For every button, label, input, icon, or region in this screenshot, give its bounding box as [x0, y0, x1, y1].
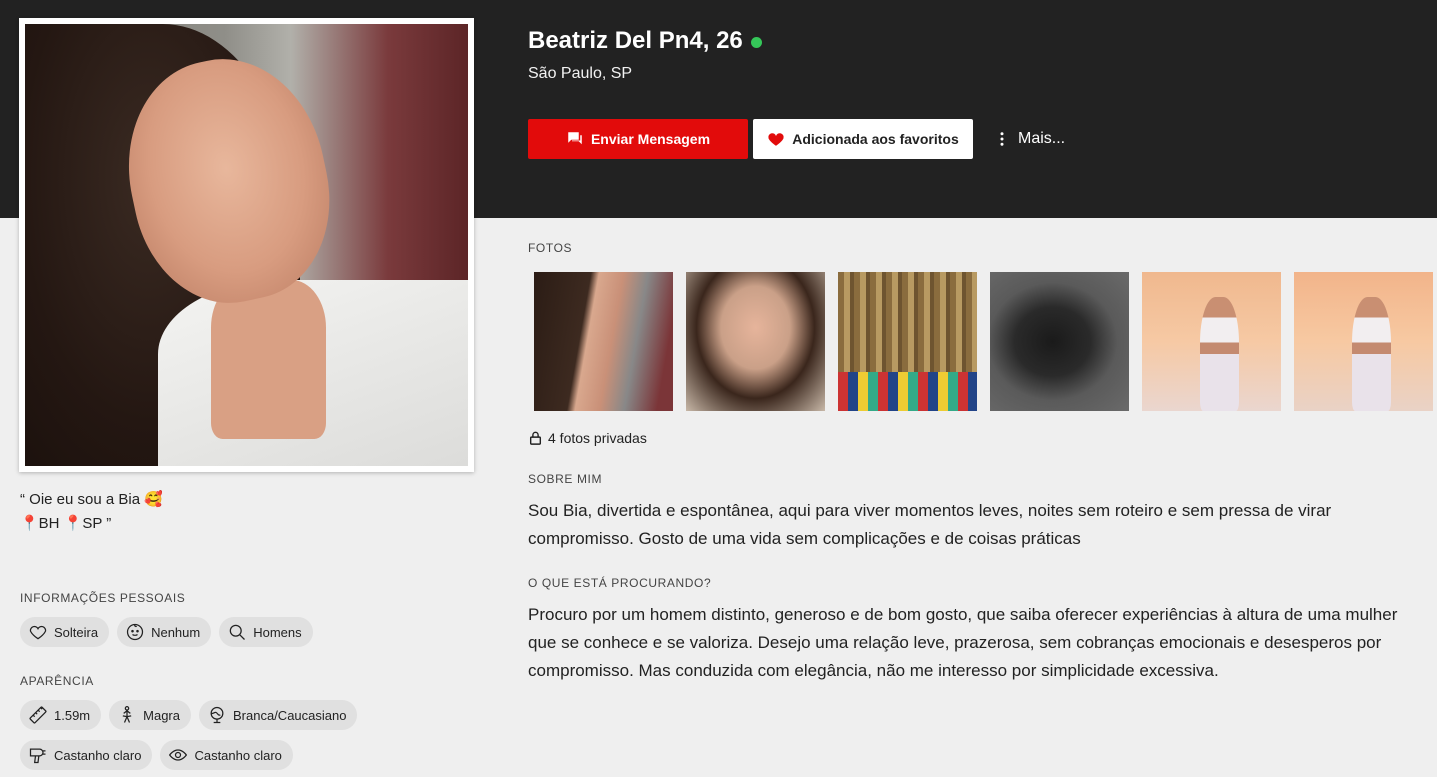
- send-message-button[interactable]: Enviar Mensagem: [528, 119, 748, 159]
- more-options-label: Mais...: [1018, 130, 1066, 147]
- about-me-text: Sou Bia, divertida e espontânea, aqui pa…: [528, 501, 1332, 548]
- kebab-menu-icon: [1000, 132, 1004, 146]
- photo-thumbnail[interactable]: [838, 272, 977, 411]
- chip-height: 1.59m: [20, 700, 102, 730]
- baby-face-icon: [126, 623, 144, 641]
- quote-line-2: 📍BH 📍SP ”: [20, 515, 112, 532]
- eye-icon: [169, 749, 188, 761]
- chip-looking-for: Homens: [219, 617, 313, 647]
- lock-icon: [529, 431, 542, 445]
- chip-relationship-status: Solteira: [20, 617, 110, 647]
- body-icon: [122, 706, 132, 723]
- chip-label: Castanho claro: [54, 747, 142, 763]
- profile-photo-image: [25, 24, 468, 466]
- private-photos-link[interactable]: 4 fotos privadas: [529, 430, 647, 446]
- quote-line-1: “ Oie eu sou a Bia 🥰: [20, 491, 163, 508]
- profile-quote: “ Oie eu sou a Bia 🥰 📍BH 📍SP ”: [20, 488, 163, 536]
- heart-icon: [29, 625, 47, 640]
- chip-body-type: Magra: [109, 700, 191, 730]
- personal-info-chips: Solteira Nenhum Homens: [20, 617, 313, 647]
- profile-name-line: Beatriz Del Pn4, 26: [528, 27, 762, 55]
- hair-dryer-icon: [29, 748, 46, 764]
- chip-label: Solteira: [54, 624, 99, 640]
- photo-thumbnail[interactable]: [534, 272, 673, 411]
- chip-label: Magra: [143, 707, 180, 723]
- favorite-label: Adicionada aos favoritos: [792, 131, 959, 147]
- chip-hair-color: Castanho claro: [20, 740, 153, 770]
- appearance-chips-row-2: Castanho claro Castanho claro: [20, 740, 293, 770]
- photo-thumbnail[interactable]: [1294, 272, 1433, 411]
- chip-label: Branca/Caucasiano: [233, 707, 347, 723]
- favorite-button[interactable]: Adicionada aos favoritos: [753, 119, 973, 159]
- chip-ethnicity: Branca/Caucasiano: [199, 700, 358, 730]
- online-status-dot: [750, 36, 762, 48]
- profile-name-age: Beatriz Del Pn4, 26: [528, 27, 743, 54]
- looking-for-label: O QUE ESTÁ PROCURANDO?: [528, 576, 712, 590]
- profile-location: São Paulo, SP: [528, 65, 633, 82]
- ruler-icon: [29, 706, 47, 724]
- chip-label: Castanho claro: [194, 747, 282, 763]
- main-profile-photo[interactable]: [19, 18, 474, 472]
- chat-icon: [568, 132, 582, 145]
- appearance-label: APARÊNCIA: [20, 674, 94, 688]
- photo-thumbnail[interactable]: [1142, 272, 1281, 411]
- photo-thumbnail[interactable]: [990, 272, 1129, 411]
- looking-for-text: Procuro por um homem distinto, generoso …: [528, 605, 1398, 680]
- heart-filled-icon: [768, 133, 784, 146]
- chip-label: Homens: [253, 624, 302, 640]
- photo-thumbnail[interactable]: [686, 272, 825, 411]
- chip-label: 1.59m: [54, 707, 91, 723]
- personal-info-label: INFORMAÇÕES PESSOAIS: [20, 591, 186, 605]
- globe-icon: [210, 706, 224, 724]
- photo-gallery: [534, 272, 1433, 411]
- chip-children: Nenhum: [117, 617, 212, 647]
- chip-eye-color: Castanho claro: [160, 740, 293, 770]
- more-options-button[interactable]: Mais...: [993, 119, 1073, 159]
- search-icon: [229, 624, 246, 640]
- about-me-label: SOBRE MIM: [528, 472, 603, 486]
- photos-label: FOTOS: [528, 241, 573, 255]
- chip-label: Nenhum: [151, 624, 201, 640]
- private-photos-label: 4 fotos privadas: [548, 430, 647, 446]
- appearance-chips-row-1: 1.59m Magra Branca/Caucasiano: [20, 700, 358, 730]
- send-message-label: Enviar Mensagem: [590, 131, 711, 147]
